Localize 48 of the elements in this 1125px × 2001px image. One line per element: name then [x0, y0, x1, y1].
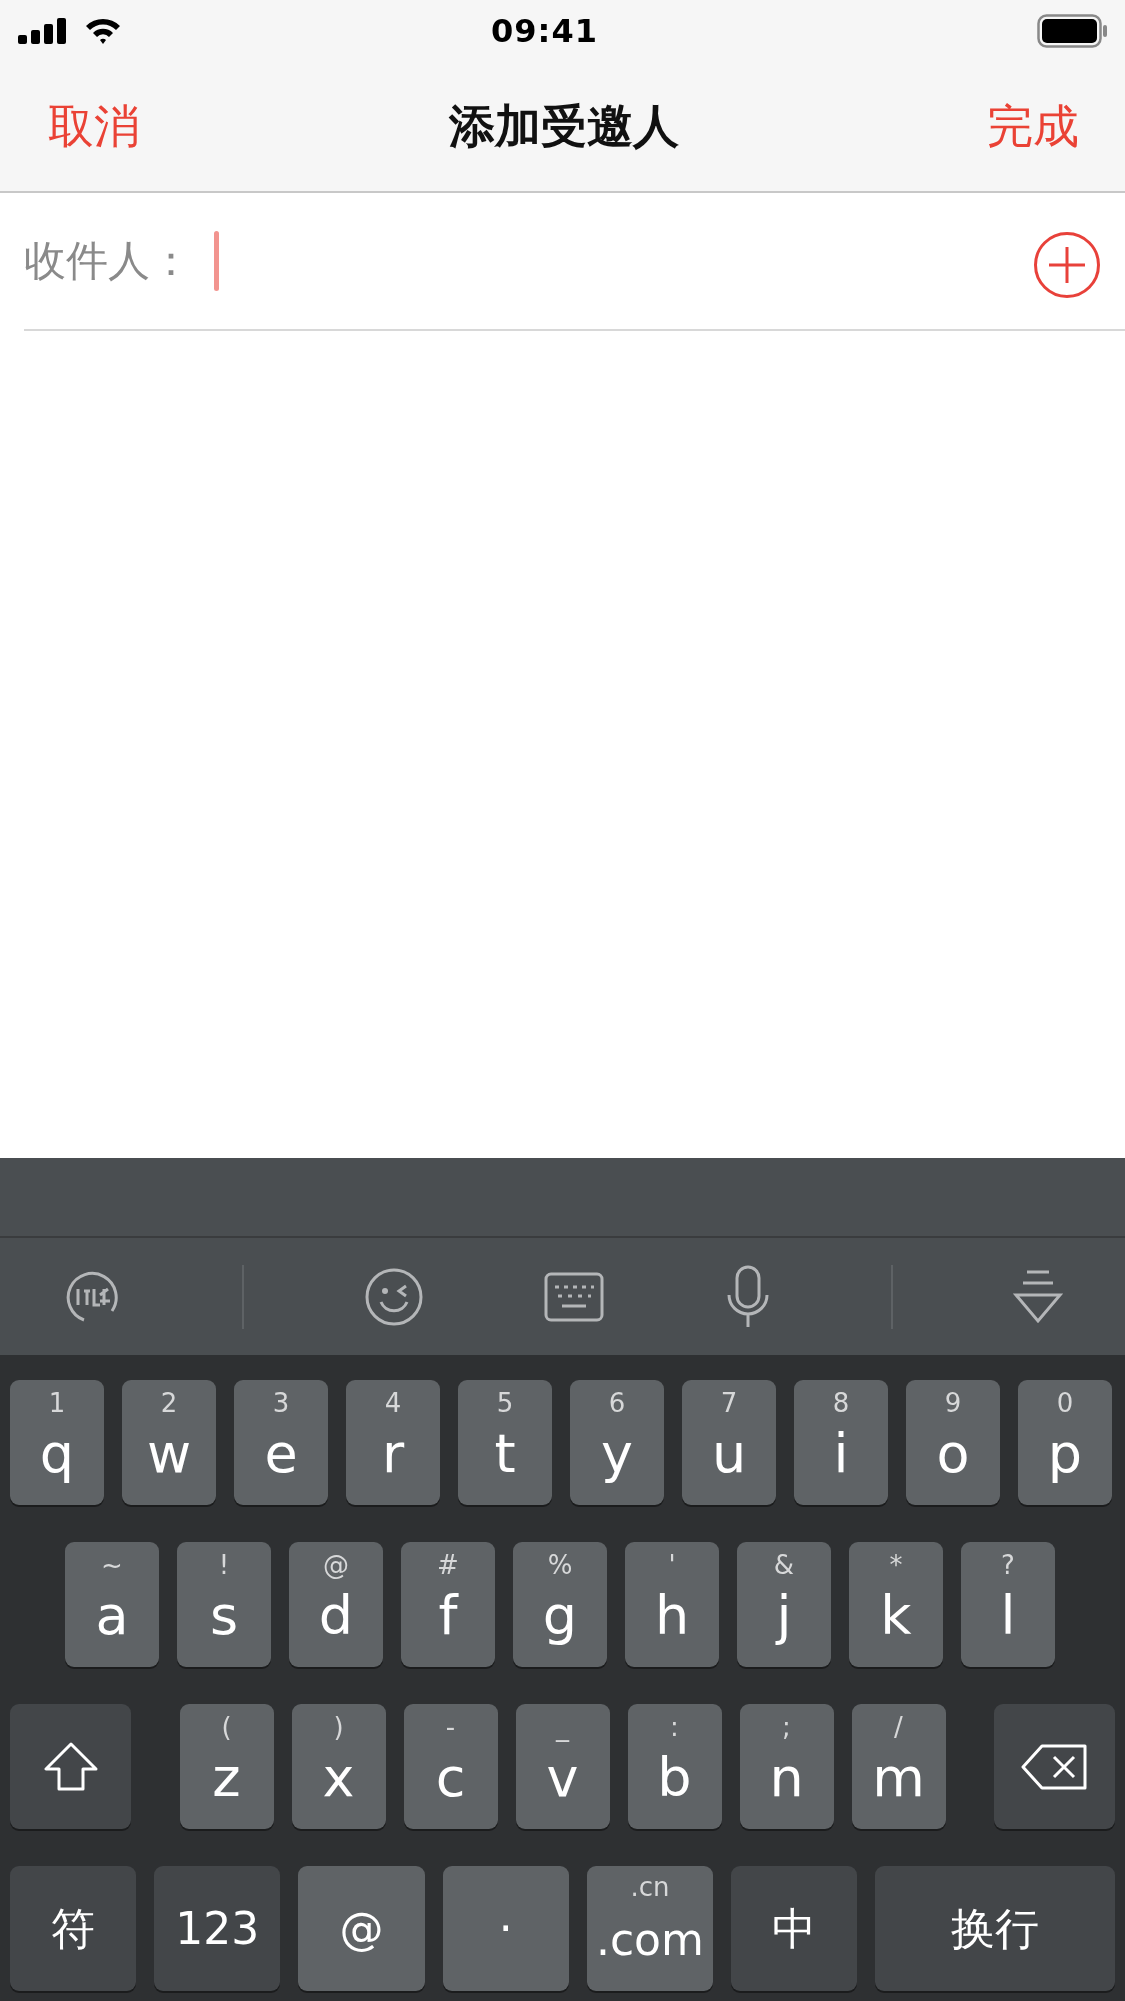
shift-key[interactable] — [10, 1704, 131, 1829]
letter-key[interactable]: _ v — [515, 1704, 610, 1829]
letter-key[interactable]: % g — [513, 1542, 607, 1667]
delete-key[interactable] — [994, 1704, 1115, 1829]
letter-key[interactable]: : b — [627, 1704, 722, 1829]
letter-key[interactable]: ' h — [625, 1542, 719, 1667]
field-label: 收件人： — [24, 235, 192, 287]
letter-key[interactable]: ~ a — [65, 1542, 159, 1667]
wifi-icon — [84, 17, 122, 45]
letter-key[interactable]: & j — [737, 1542, 831, 1667]
letter-key[interactable]: 1 q — [10, 1380, 104, 1505]
return-key[interactable]: 换行 — [875, 1866, 1115, 1991]
letter-key[interactable]: 6 y — [570, 1380, 664, 1505]
letter-key[interactable]: 2 w — [122, 1380, 216, 1505]
time-text: 09:41 — [490, 12, 599, 50]
letter-key[interactable]: 0 p — [1018, 1380, 1112, 1505]
mode-key[interactable]: 123 — [154, 1866, 281, 1991]
letter-key[interactable]: 3 e — [234, 1380, 328, 1505]
letter-key[interactable]: * k — [849, 1542, 943, 1667]
letter-key[interactable]: 8 i — [794, 1380, 888, 1505]
letter-key[interactable]: - c — [403, 1704, 498, 1829]
mode-key[interactable]: 中 — [731, 1866, 858, 1991]
add-icon[interactable] — [1033, 231, 1101, 299]
done-button[interactable]: 完成 — [987, 95, 1079, 158]
backspace-icon — [1019, 1742, 1090, 1791]
symbol-key[interactable]: @ — [298, 1866, 425, 1991]
letter-key[interactable]: 9 o — [906, 1380, 1000, 1505]
letter-key[interactable]: ; n — [739, 1704, 834, 1829]
shift-arrow-icon — [42, 1740, 99, 1793]
mode-key[interactable]: 符 — [10, 1866, 137, 1991]
letter-key[interactable]: @ d — [289, 1542, 383, 1667]
letter-key[interactable]: 4 r — [346, 1380, 440, 1505]
letter-key[interactable]: / m — [851, 1704, 946, 1829]
letter-key[interactable]: ( z — [179, 1704, 274, 1829]
keyboard-icon[interactable] — [544, 1271, 605, 1322]
letter-key[interactable]: ) x — [291, 1704, 386, 1829]
letter-key[interactable]: 5 t — [458, 1380, 552, 1505]
hide-keyboard-icon[interactable] — [1012, 1268, 1063, 1325]
screen-title: 添加受邀人 — [448, 97, 679, 155]
symbol-key[interactable]: · — [442, 1866, 569, 1991]
letter-key[interactable]: ! s — [177, 1542, 271, 1667]
letter-key[interactable]: ? l — [961, 1542, 1055, 1667]
battery-icon — [1037, 14, 1109, 48]
symbol-key[interactable]: .cn .com — [586, 1866, 713, 1991]
cancel-button[interactable]: 取消 — [48, 95, 140, 158]
emoji-icon[interactable] — [364, 1266, 425, 1327]
letter-key[interactable]: # f — [401, 1542, 495, 1667]
letter-key[interactable]: 7 u — [682, 1380, 776, 1505]
